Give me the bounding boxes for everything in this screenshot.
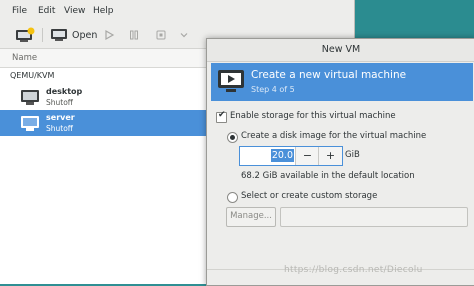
new-vm-wizard-icon: [218, 70, 244, 92]
enable-storage-label: Enable storage for this virtual machine: [230, 111, 396, 121]
pause-button[interactable]: [128, 26, 140, 44]
vm-name: desktop: [46, 87, 83, 96]
step-indicator: Step 4 of 5: [251, 85, 295, 94]
menu-edit[interactable]: Edit: [38, 6, 55, 16]
new-vm-icon: [16, 27, 35, 42]
decrease-size-button[interactable]: −: [295, 147, 319, 165]
increase-size-button[interactable]: +: [318, 147, 342, 165]
size-unit-label: GiB: [345, 150, 360, 160]
vm-monitor-icon: [21, 116, 39, 131]
banner-title: Create a new virtual machine: [251, 69, 407, 81]
shutdown-button[interactable]: [155, 26, 167, 44]
vm-state: Shutoff: [46, 124, 73, 133]
storage-path-input[interactable]: [280, 207, 468, 227]
create-disk-label: Create a disk image for the virtual mach…: [241, 131, 427, 141]
wizard-banner: Create a new virtual machine Step 4 of 5: [211, 63, 473, 101]
available-space-label: 68.2 GiB available in the default locati…: [241, 171, 415, 181]
vm-monitor-icon: [21, 90, 39, 105]
monitor-icon: [51, 29, 67, 41]
manage-button[interactable]: Manage...: [226, 207, 276, 227]
dialog-title: New VM: [207, 39, 474, 62]
checkmark-icon: ✔: [218, 110, 226, 120]
connection-group-label: QEMU/KVM: [10, 71, 55, 80]
menubar: File Edit View Help: [0, 0, 354, 22]
watermark: https://blog.csdn.net/Diecolu: [284, 265, 423, 275]
disk-size-value[interactable]: 20.0: [240, 147, 294, 165]
disk-size-text: 20.0: [270, 149, 294, 162]
custom-storage-label: Select or create custom storage: [241, 191, 378, 201]
custom-storage-radio[interactable]: [227, 192, 238, 203]
pause-icon: [130, 30, 138, 40]
chevron-down-icon: [180, 33, 188, 38]
disk-size-spinbutton[interactable]: 20.0 − +: [239, 146, 343, 166]
shutdown-menu-button[interactable]: [179, 26, 189, 44]
run-button[interactable]: [103, 26, 115, 44]
new-vm-button[interactable]: [14, 26, 36, 44]
create-disk-radio[interactable]: [227, 132, 238, 143]
toolbar-separator: [42, 28, 43, 42]
power-icon: [156, 30, 166, 40]
vm-name: server: [46, 113, 75, 122]
enable-storage-checkbox[interactable]: ✔: [216, 110, 227, 123]
vm-state: Shutoff: [46, 98, 73, 107]
open-button[interactable]: Open: [50, 26, 97, 44]
radio-selected-dot: [230, 135, 235, 140]
menu-file[interactable]: File: [12, 6, 27, 16]
open-label: Open: [72, 29, 98, 41]
name-column-label: Name: [12, 53, 38, 63]
play-icon: [105, 29, 115, 41]
menu-view[interactable]: View: [64, 6, 85, 16]
menu-help[interactable]: Help: [93, 6, 114, 16]
new-vm-dialog: New VM Create a new virtual machine Step…: [206, 38, 474, 286]
